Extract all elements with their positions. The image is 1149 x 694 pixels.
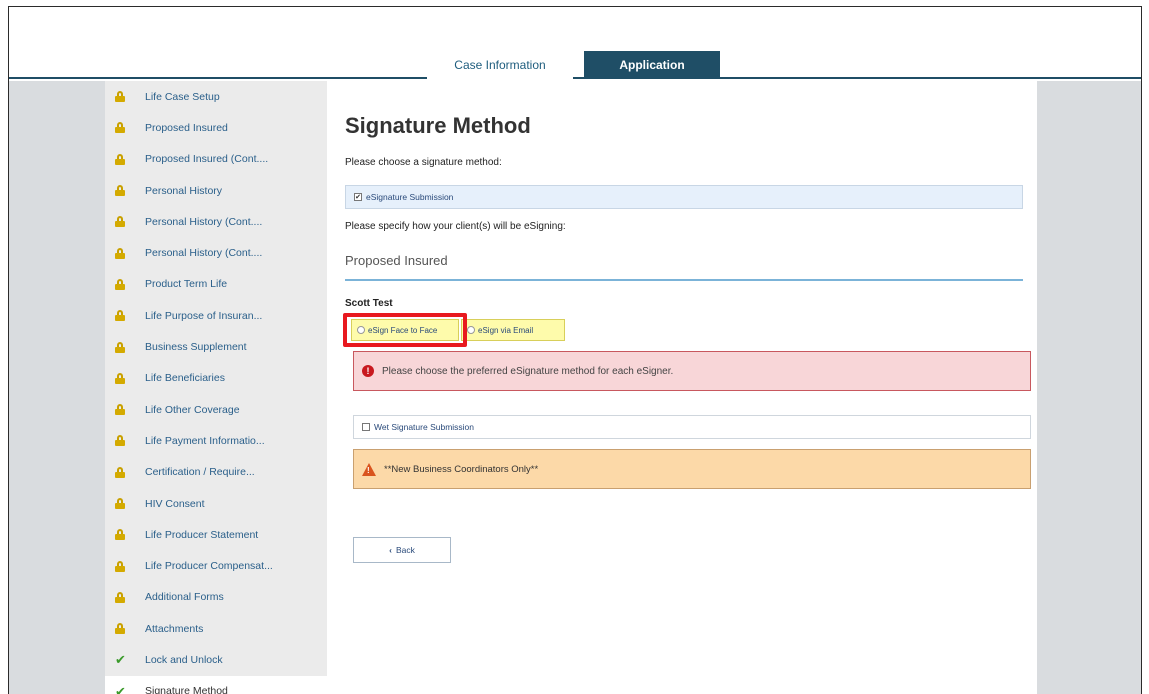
highlight-box: [343, 313, 467, 347]
lock-icon: [115, 216, 133, 228]
section-heading-proposed-insured: Proposed Insured: [345, 253, 448, 268]
sidebar-item-life-case-setup[interactable]: Life Case Setup: [105, 81, 327, 112]
esign-via-email-label: eSign via Email: [478, 325, 534, 335]
sidebar-item-label: Proposed Insured: [145, 121, 228, 134]
lock-icon: [115, 435, 133, 447]
lock-icon: [115, 498, 133, 509]
esignature-option-label: eSignature Submission: [366, 192, 454, 202]
sidebar-item-life-beneficiaries[interactable]: Life Beneficiaries: [105, 363, 327, 394]
lock-icon: [115, 591, 133, 603]
lock-icon: [115, 341, 133, 353]
sidebar-item-label: Lock and Unlock: [145, 653, 223, 666]
sidebar-item-life-producer-statement[interactable]: Life Producer Statement: [105, 519, 327, 550]
check-icon: ✔: [115, 683, 126, 694]
chevron-left-icon: ‹: [389, 545, 392, 555]
radio-circle[interactable]: [467, 326, 475, 334]
esign-via-email-radio[interactable]: eSign via Email: [461, 319, 565, 341]
sidebar-item-proposed-insured-cont[interactable]: Proposed Insured (Cont....: [105, 144, 327, 175]
lock-icon: [115, 466, 133, 478]
sidebar-item-label: Life Other Coverage: [145, 403, 240, 416]
browser-frame: Case Information Application Life Case S…: [8, 6, 1142, 694]
lock-icon: [115, 278, 133, 290]
sidebar-item-life-other-coverage[interactable]: Life Other Coverage: [105, 394, 327, 425]
sidebar-item-label: Life Beneficiaries: [145, 372, 225, 385]
sidebar-item-personal-history[interactable]: Personal History: [105, 175, 327, 206]
lock-icon: [115, 247, 133, 259]
back-button[interactable]: ‹ Back: [353, 537, 451, 563]
sidebar-item-business-supplement[interactable]: Business Supplement: [105, 331, 327, 362]
sidebar-item-label: Additional Forms: [145, 591, 224, 604]
sidebar-item-label: Certification / Require...: [145, 466, 255, 479]
lock-icon: [115, 91, 133, 103]
warning-icon: !: [362, 462, 376, 476]
sidebar-item-additional-forms[interactable]: Additional Forms: [105, 582, 327, 613]
sidebar-item-attachments[interactable]: Attachments: [105, 613, 327, 644]
sidebar-item-label: Life Producer Compensat...: [145, 560, 273, 573]
lock-icon: [115, 560, 133, 572]
esigner-name: Scott Test: [345, 298, 393, 309]
lock-icon: [115, 372, 133, 384]
top-bar: Case Information Application: [9, 7, 1141, 79]
sidebar-item-label: Signature Method: [145, 685, 228, 694]
page-title: Signature Method: [345, 113, 531, 138]
lock-icon: [115, 185, 133, 197]
back-button-label: Back: [395, 545, 415, 555]
sidebar-item-label: Life Producer Statement: [145, 528, 259, 541]
sidebar-item-label: Personal History: [145, 184, 223, 197]
sidebar-item-life-producer-compensation[interactable]: Life Producer Compensat...: [105, 550, 327, 581]
sidebar-item-label: Proposed Insured (Cont....: [145, 153, 269, 166]
sidebar-item-personal-history-cont-2[interactable]: Personal History (Cont....: [105, 237, 327, 268]
lock-icon: [115, 529, 133, 541]
esignature-submission-option[interactable]: ✔ eSignature Submission: [345, 185, 1023, 209]
sidebar-item-label: Life Payment Informatio...: [145, 434, 265, 447]
section-divider: [345, 279, 1023, 281]
sidebar-item-proposed-insured[interactable]: Proposed Insured: [105, 112, 327, 143]
lock-icon: [115, 153, 133, 165]
exclamation-icon: !: [362, 365, 374, 377]
sidebar-item-certification[interactable]: Certification / Require...: [105, 457, 327, 488]
wet-signature-option[interactable]: Wet Signature Submission: [353, 415, 1031, 439]
sidebar-item-label: Product Term Life: [145, 278, 228, 291]
check-icon: ✔: [115, 652, 126, 668]
right-gutter: [1025, 81, 1141, 694]
left-gutter: [9, 81, 105, 694]
warning-message: **New Business Coordinators Only**: [384, 463, 539, 475]
sidebar-item-lock-and-unlock[interactable]: ✔ Lock and Unlock: [105, 644, 327, 675]
sidebar-item-product-term-life[interactable]: Product Term Life: [105, 269, 327, 300]
lock-icon: [115, 404, 133, 416]
sidebar-item-personal-history-cont-1[interactable]: Personal History (Cont....: [105, 206, 327, 237]
wet-signature-checkbox[interactable]: [362, 423, 370, 431]
esignature-checkbox[interactable]: ✔: [354, 193, 362, 201]
sidebar-nav: Life Case Setup Proposed Insured Propose…: [105, 81, 327, 694]
wet-signature-label: Wet Signature Submission: [374, 422, 475, 432]
sidebar-item-label: Personal History (Cont....: [145, 247, 263, 260]
sidebar-item-label: Personal History (Cont....: [145, 215, 263, 228]
tab-application[interactable]: Application: [584, 51, 720, 79]
main-content: Signature Method Please choose a signatu…: [327, 81, 1037, 694]
sidebar-item-label: Life Case Setup: [145, 90, 220, 103]
sidebar-item-life-purpose[interactable]: Life Purpose of Insuran...: [105, 300, 327, 331]
error-message: Please choose the preferred eSignature m…: [382, 365, 674, 377]
sidebar-item-label: Attachments: [145, 622, 204, 635]
sidebar-item-hiv-consent[interactable]: HIV Consent: [105, 488, 327, 519]
sidebar-item-label: Business Supplement: [145, 341, 247, 354]
warning-alert: ! **New Business Coordinators Only**: [353, 449, 1031, 489]
choose-method-label: Please choose a signature method:: [345, 157, 502, 168]
error-alert: ! Please choose the preferred eSignature…: [353, 351, 1031, 391]
lock-icon: [115, 623, 133, 635]
specify-esigning-label: Please specify how your client(s) will b…: [345, 221, 566, 232]
lock-icon: [115, 310, 133, 322]
sidebar-item-label: HIV Consent: [145, 497, 205, 510]
sidebar-item-label: Life Purpose of Insuran...: [145, 309, 263, 322]
lock-icon: [115, 122, 133, 134]
sidebar-item-life-payment[interactable]: Life Payment Informatio...: [105, 425, 327, 456]
sidebar-item-signature-method[interactable]: ✔ Signature Method: [105, 675, 327, 694]
tab-case-information[interactable]: Case Information: [427, 51, 573, 79]
